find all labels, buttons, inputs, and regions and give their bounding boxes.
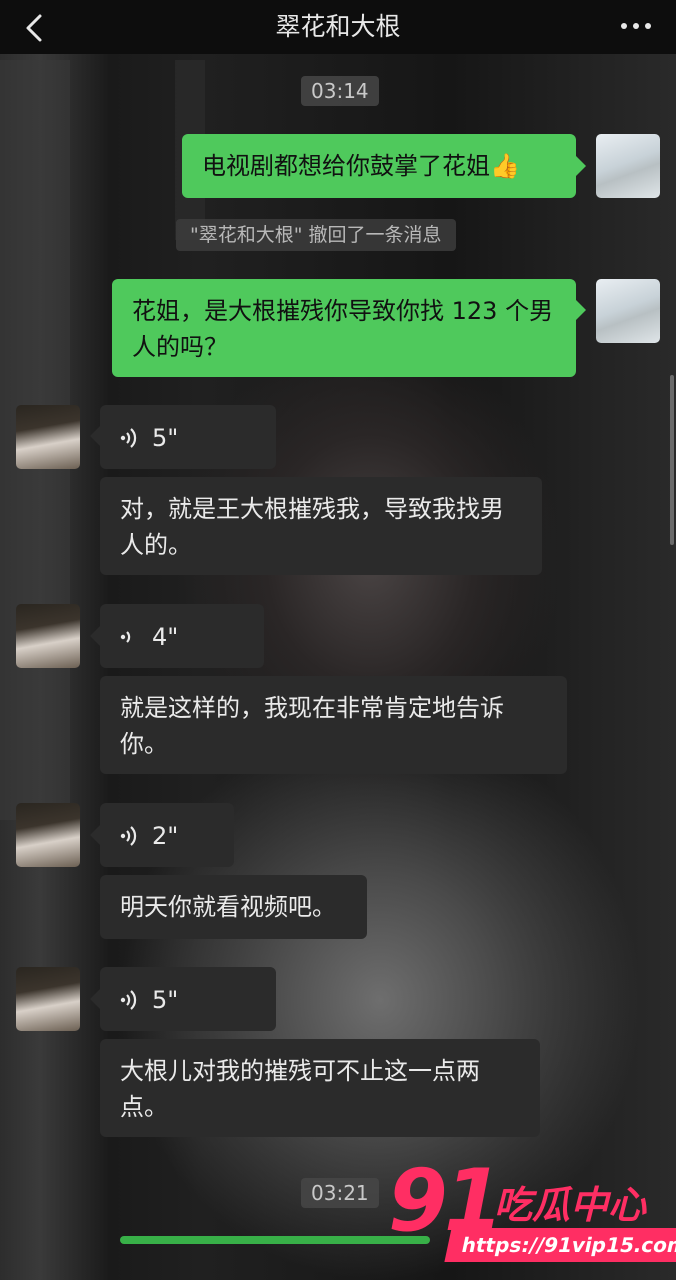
voice-message-bubble[interactable]: 5" [100,405,276,469]
message-text: 大根儿对我的摧残可不止这一点两点。 [120,1057,480,1121]
chat-title: 翠花和大根 [275,12,401,41]
bubble-tail [90,626,100,646]
message-text: 明天你就看视频吧。 [120,893,336,921]
more-button[interactable] [618,14,654,38]
bubble-tail [90,989,100,1009]
outgoing-message-bubble[interactable]: 电视剧都想给你鼓掌了花姐👍 [182,134,576,198]
bubble-tail [90,825,100,845]
voice-wave-icon [120,826,137,846]
voice-message-bubble[interactable]: 4" [100,604,264,668]
watermark-url: https://91vip15.com [444,1228,676,1262]
avatar[interactable] [16,405,80,469]
message-text: 花姐，是大根摧残你导致你找 123 个男人的吗？ [132,297,554,361]
avatar[interactable] [596,134,660,198]
voice-duration: 5" [152,986,179,1014]
avatar[interactable] [596,279,660,343]
voice-duration: 4" [152,623,179,651]
bubble-tail [576,300,586,320]
incoming-message-bubble[interactable]: 对，就是王大根摧残我，导致我找男人的。 [100,477,542,575]
watermark-name: 吃瓜中心 [494,1183,647,1227]
avatar[interactable] [16,967,80,1031]
voice-wave-icon [120,428,137,448]
incoming-message-bubble[interactable]: 就是这样的，我现在非常肯定地告诉你。 [100,676,567,774]
incoming-message-bubble[interactable]: 明天你就看视频吧。 [100,875,367,939]
recall-notice: "翠花和大根" 撤回了一条消息 [176,219,456,251]
timestamp: 03:21 [301,1178,379,1208]
bubble-tail [90,426,100,446]
voice-wave-icon [120,631,131,643]
scrollbar[interactable] [670,375,674,545]
next-message-peek [120,1236,430,1244]
message-text: 就是这样的，我现在非常肯定地告诉你。 [120,694,504,758]
voice-message-bubble[interactable]: 2" [100,803,234,867]
avatar[interactable] [16,604,80,668]
avatar[interactable] [16,803,80,867]
voice-duration: 5" [152,424,179,452]
watermark-logo: 91 吃瓜中心 https://91vip15.com [388,1156,676,1266]
incoming-message-bubble[interactable]: 大根儿对我的摧残可不止这一点两点。 [100,1039,540,1137]
voice-duration: 2" [152,822,179,850]
voice-wave-icon [120,990,137,1010]
outgoing-message-bubble[interactable]: 花姐，是大根摧残你导致你找 123 个男人的吗？ [112,279,576,377]
bubble-tail [576,156,586,176]
message-text: 电视剧都想给你鼓掌了花姐👍 [202,152,520,180]
more-dots-icon [621,23,651,29]
voice-message-bubble[interactable]: 5" [100,967,276,1031]
message-text: 对，就是王大根摧残我，导致我找男人的。 [120,495,504,559]
timestamp: 03:14 [301,76,379,106]
